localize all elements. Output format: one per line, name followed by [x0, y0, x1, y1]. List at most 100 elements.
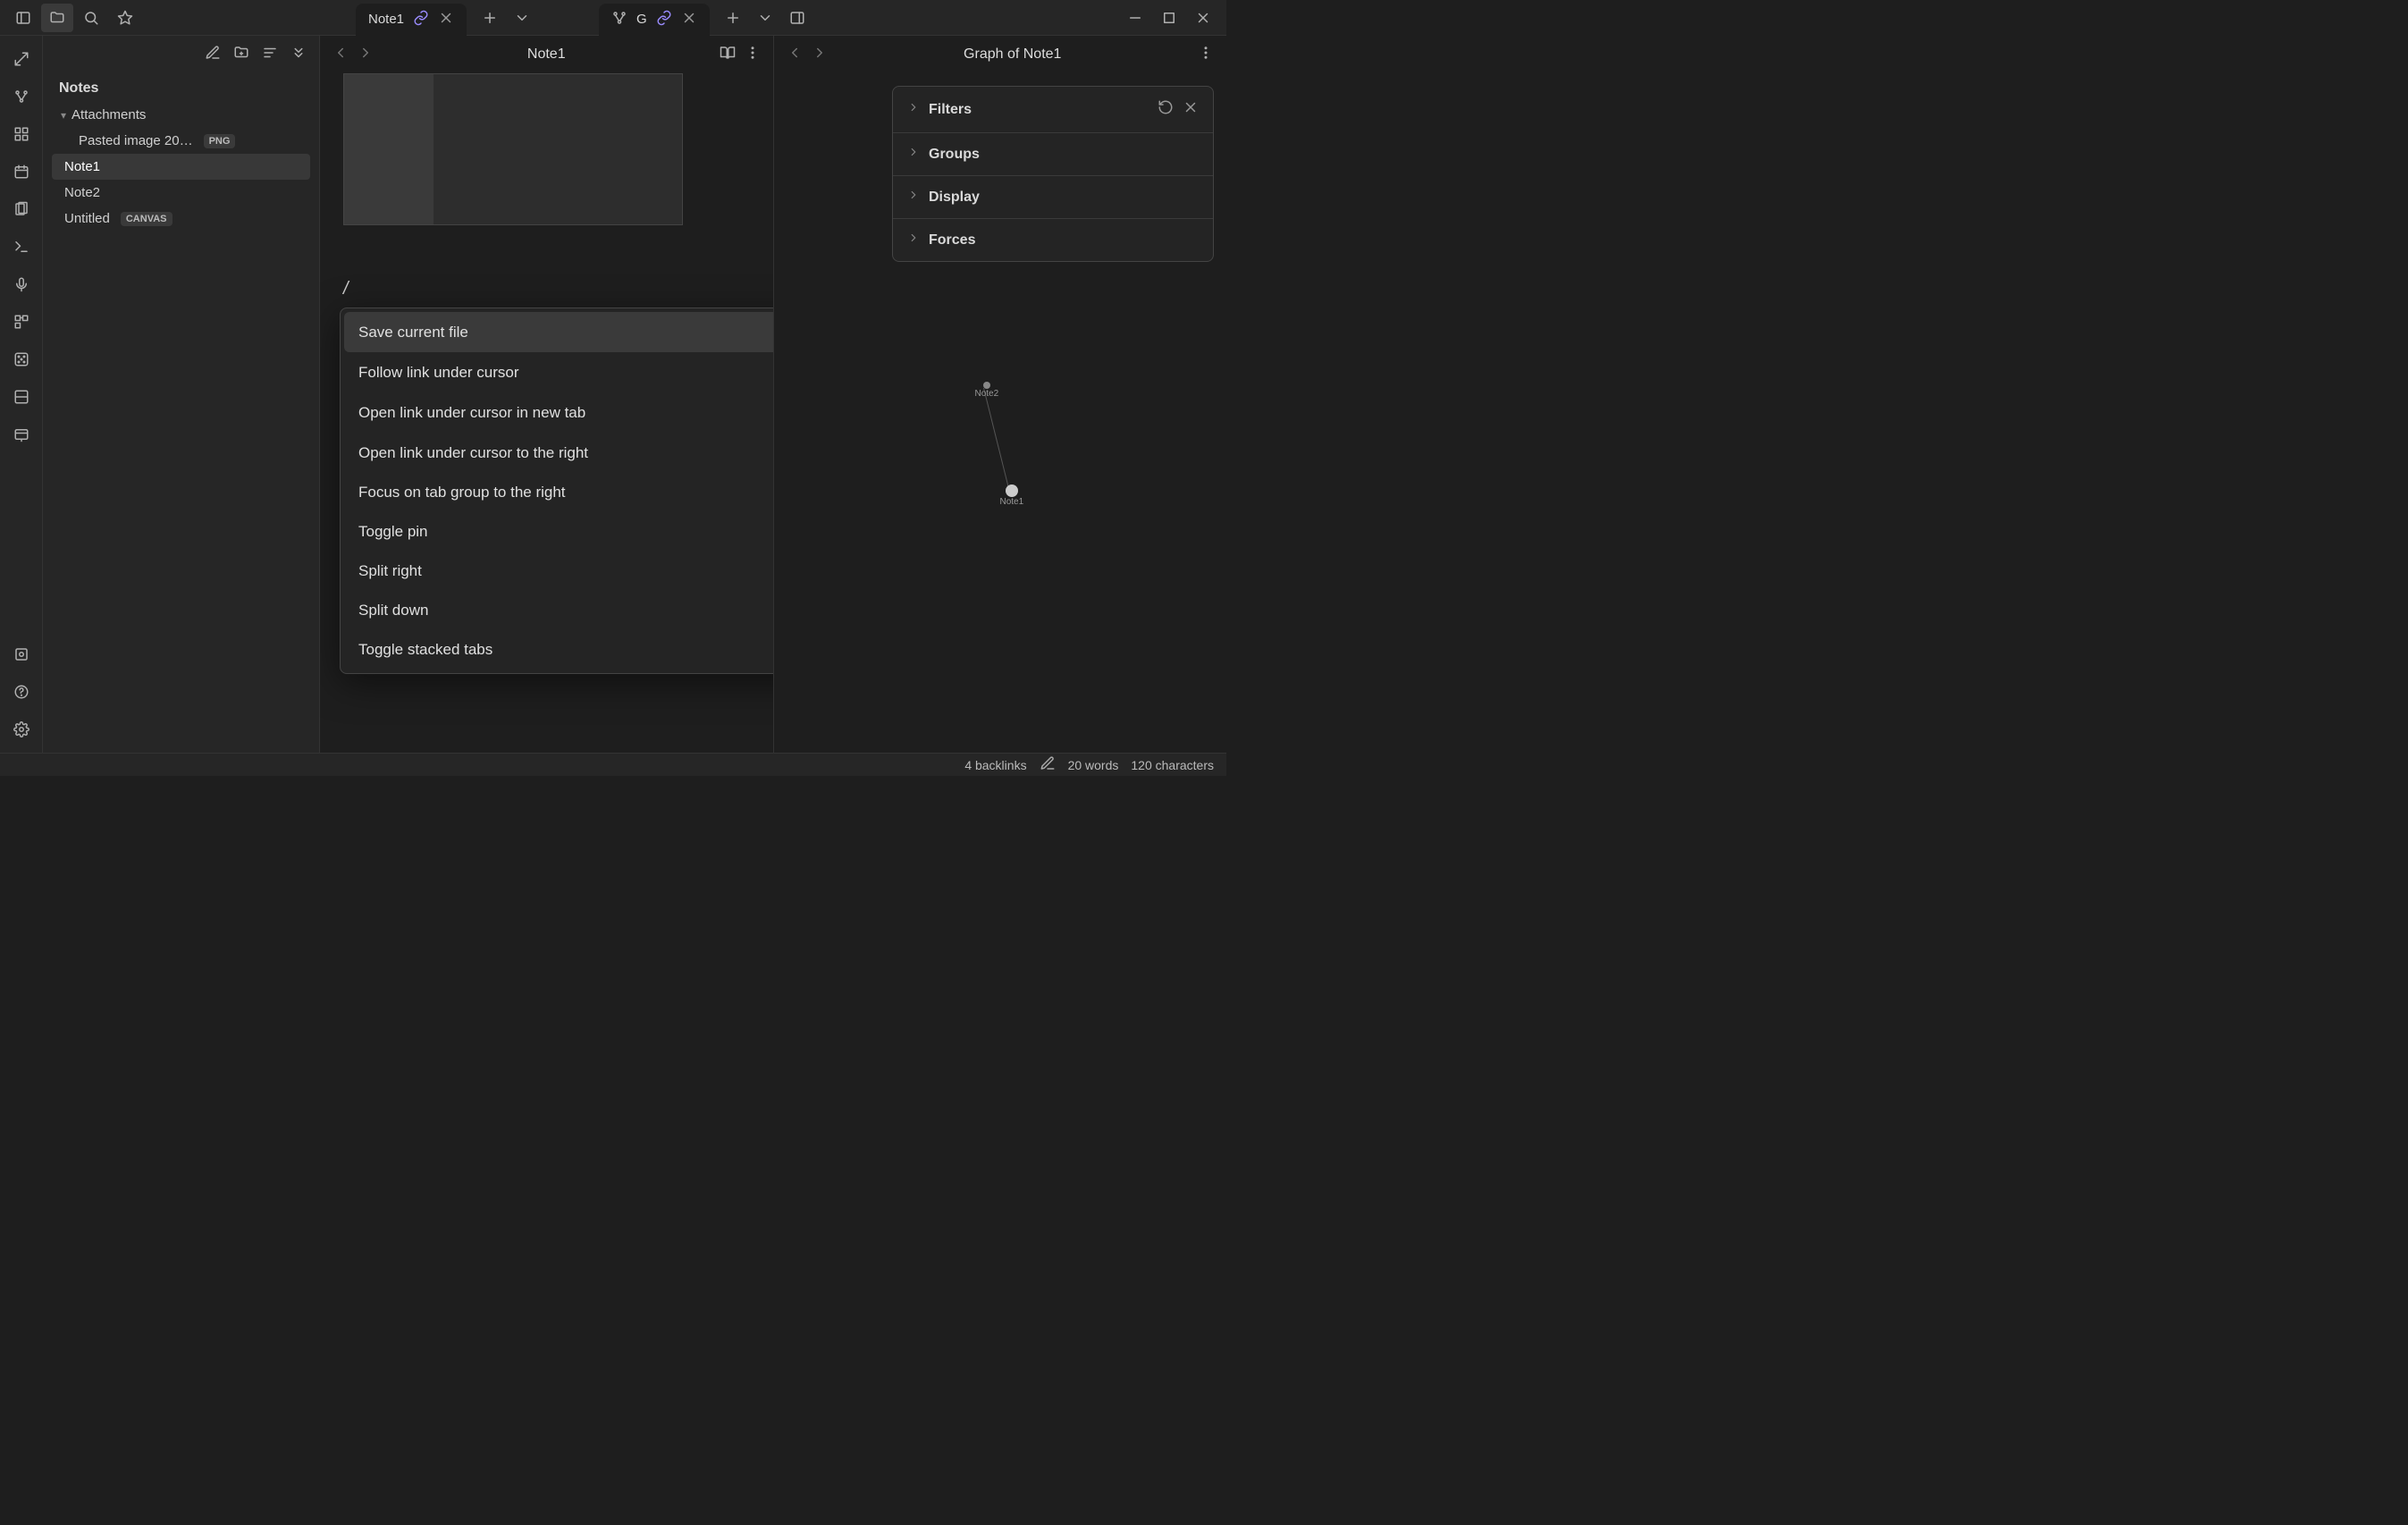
- search-tab[interactable]: [75, 4, 107, 32]
- palette-label: Toggle pin: [358, 523, 428, 541]
- nav-forward[interactable]: [358, 45, 374, 64]
- file-note2[interactable]: Note2: [52, 180, 310, 206]
- node-label: Note2: [975, 389, 999, 399]
- graph-canvas[interactable]: Filters Groups Display: [774, 73, 1227, 753]
- new-tab-button[interactable]: [476, 4, 504, 32]
- sidebar: Notes ▾ Attachments Pasted image 20… PNG…: [43, 36, 320, 753]
- palette-label: Open link under cursor to the right: [358, 444, 588, 462]
- sort-icon[interactable]: [262, 45, 278, 64]
- editor-content[interactable]: / Save current file Ctrl + S Follow link…: [320, 73, 773, 753]
- more-options-icon[interactable]: [1198, 45, 1214, 64]
- graph-section-filters[interactable]: Filters: [893, 87, 1213, 133]
- graph-node-note1[interactable]: Note1: [1000, 484, 1024, 507]
- new-tab-button[interactable]: [719, 4, 747, 32]
- palette-label: Focus on tab group to the right: [358, 484, 566, 501]
- quick-switcher-icon[interactable]: [4, 43, 39, 75]
- chevron-right-icon: [907, 146, 920, 163]
- workspace-icon[interactable]: [4, 381, 39, 413]
- edit-mode-icon[interactable]: [1040, 755, 1056, 774]
- palette-item[interactable]: Follow link under cursor Alt + Enter: [344, 352, 773, 392]
- close-icon[interactable]: [438, 10, 454, 29]
- close-icon[interactable]: [1183, 99, 1199, 120]
- statusbar: 4 backlinks 20 words 120 characters: [0, 753, 1226, 776]
- palette-item[interactable]: Focus on tab group to the right: [344, 473, 773, 512]
- section-label: Display: [929, 190, 1199, 206]
- link-icon: [413, 10, 429, 29]
- nav-back[interactable]: [333, 45, 349, 64]
- graph-settings-panel: Filters Groups Display: [892, 86, 1214, 262]
- graph-section-groups[interactable]: Groups: [893, 133, 1213, 176]
- window-maximize[interactable]: [1155, 4, 1183, 32]
- status-backlinks[interactable]: 4 backlinks: [964, 758, 1026, 772]
- templates-icon[interactable]: [4, 193, 39, 225]
- collapse-icon[interactable]: [290, 45, 307, 64]
- palette-item[interactable]: Save current file Ctrl + S: [344, 312, 773, 352]
- settings-icon[interactable]: [4, 713, 39, 746]
- file-attachment[interactable]: Pasted image 20… PNG: [52, 128, 310, 154]
- graph-view-icon[interactable]: [4, 80, 39, 113]
- palette-item[interactable]: Split down: [344, 591, 773, 630]
- palette-item[interactable]: Open link under cursor to the right Ctrl…: [344, 433, 773, 473]
- palette-label: Save current file: [358, 324, 468, 341]
- new-note-icon[interactable]: [205, 45, 221, 64]
- reset-icon[interactable]: [1158, 99, 1174, 120]
- file-label: Note1: [64, 159, 100, 174]
- file-label: Untitled: [64, 211, 110, 226]
- palette-label: Open link under cursor in new tab: [358, 404, 585, 422]
- right-sidebar-toggle[interactable]: [783, 4, 812, 32]
- palette-label: Toggle stacked tabs: [358, 641, 493, 659]
- tab-graph[interactable]: G: [599, 4, 710, 36]
- palette-label: Split right: [358, 562, 422, 580]
- left-sidebar-toggle[interactable]: [7, 4, 39, 32]
- graph-pane: Graph of Note1 Filters: [773, 36, 1227, 753]
- status-words[interactable]: 20 words: [1068, 758, 1119, 772]
- graph-section-display[interactable]: Display: [893, 176, 1213, 219]
- canvas-icon[interactable]: [4, 118, 39, 150]
- file-untitled[interactable]: Untitled CANVAS: [52, 206, 310, 232]
- pane-title[interactable]: Graph of Note1: [837, 46, 1190, 63]
- palette-item[interactable]: Open link under cursor in new tab Ctrl +…: [344, 392, 773, 433]
- file-badge: PNG: [204, 134, 236, 148]
- palette-item[interactable]: Split right: [344, 552, 773, 591]
- folder-attachments[interactable]: ▾ Attachments: [52, 102, 310, 128]
- publish-icon[interactable]: [4, 418, 39, 451]
- window-close[interactable]: [1189, 4, 1217, 32]
- graph-section-forces[interactable]: Forces: [893, 219, 1213, 261]
- more-options-icon[interactable]: [745, 45, 761, 64]
- graph-icon: [611, 10, 627, 29]
- reading-view-icon[interactable]: [720, 45, 736, 64]
- bookmarks-tab[interactable]: [109, 4, 141, 32]
- tab-dropdown[interactable]: [751, 4, 779, 32]
- graph-node-note2[interactable]: Note2: [975, 382, 999, 399]
- window-minimize[interactable]: [1121, 4, 1149, 32]
- file-badge: CANVAS: [121, 212, 173, 226]
- tab-dropdown[interactable]: [508, 4, 536, 32]
- nav-back[interactable]: [787, 45, 803, 64]
- command-palette-icon[interactable]: [4, 231, 39, 263]
- folder-label: Attachments: [72, 107, 146, 122]
- graph-edge: [983, 388, 1010, 493]
- chevron-right-icon: [907, 232, 920, 249]
- file-note1[interactable]: Note1: [52, 154, 310, 180]
- tab-note1[interactable]: Note1: [356, 4, 467, 36]
- link-icon: [656, 10, 672, 29]
- file-explorer-tab[interactable]: [41, 4, 73, 32]
- pane-title[interactable]: Note1: [383, 46, 711, 63]
- random-note-icon[interactable]: [4, 343, 39, 375]
- titlebar: Note1: [0, 0, 1226, 36]
- new-folder-icon[interactable]: [233, 45, 249, 64]
- audio-recorder-icon[interactable]: [4, 268, 39, 300]
- file-label: Note2: [64, 185, 100, 200]
- slides-icon[interactable]: [4, 306, 39, 338]
- tab-label: Note1: [368, 12, 404, 27]
- palette-item[interactable]: Toggle stacked tabs: [344, 630, 773, 670]
- embedded-image: [343, 73, 683, 225]
- help-icon[interactable]: [4, 676, 39, 708]
- vault-icon[interactable]: [4, 638, 39, 670]
- close-icon[interactable]: [681, 10, 697, 29]
- command-palette: Save current file Ctrl + S Follow link u…: [340, 308, 773, 674]
- daily-note-icon[interactable]: [4, 156, 39, 188]
- nav-forward[interactable]: [812, 45, 828, 64]
- palette-item[interactable]: Toggle pin: [344, 512, 773, 552]
- status-chars[interactable]: 120 characters: [1131, 758, 1214, 772]
